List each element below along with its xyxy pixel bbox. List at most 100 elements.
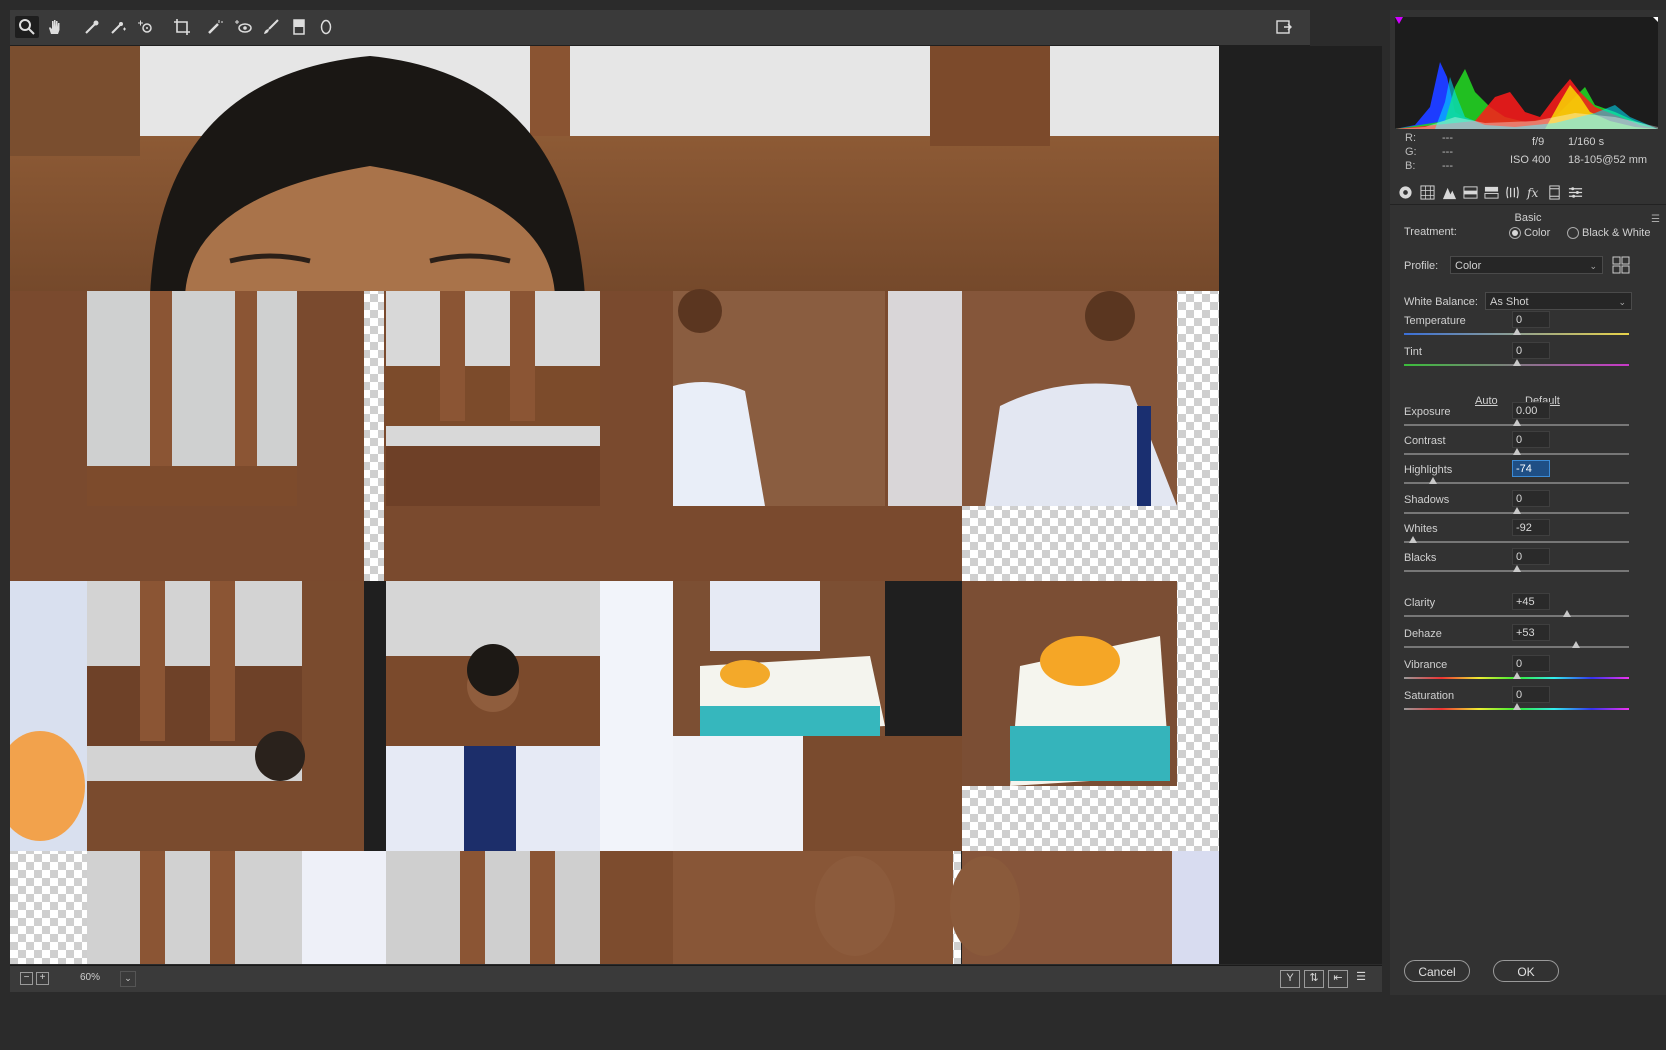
saturation-label: Saturation — [1404, 690, 1455, 702]
tint-slider-thumb[interactable] — [1512, 359, 1521, 366]
white-balance-label: White Balance: — [1404, 296, 1478, 308]
clarity-slider[interactable] — [1404, 615, 1629, 617]
clarity-label: Clarity — [1404, 597, 1436, 609]
cancel-button[interactable]: Cancel — [1404, 960, 1470, 982]
dehaze-value[interactable]: +53 — [1512, 624, 1550, 641]
treatment-color-radio[interactable] — [1509, 227, 1521, 239]
whites-slider-thumb[interactable] — [1409, 536, 1417, 543]
clarity-value[interactable]: +45 — [1512, 593, 1550, 610]
zoom-icon[interactable] — [15, 16, 39, 38]
before-after-y-icon[interactable]: Y — [1280, 970, 1300, 988]
saturation-value[interactable]: 0 — [1512, 686, 1550, 703]
vibrance-slider-thumb[interactable] — [1512, 672, 1521, 679]
tint-value[interactable]: 0 — [1512, 342, 1550, 359]
dehaze-slider-thumb[interactable] — [1572, 641, 1581, 648]
preferences-icon[interactable] — [1272, 16, 1296, 38]
photo-preview — [10, 46, 1219, 964]
image-canvas[interactable] — [10, 46, 1382, 964]
profile-value: Color — [1455, 260, 1482, 272]
profile-label: Profile: — [1404, 260, 1439, 272]
b-value: --- — [1442, 160, 1453, 172]
lens-corrections-tab-icon[interactable] — [1503, 183, 1521, 201]
tint-label: Tint — [1404, 346, 1422, 358]
chevron-down-icon: ⌄ — [1589, 261, 1597, 271]
panel-title: Basic — [1514, 212, 1542, 224]
highlights-slider[interactable] — [1404, 482, 1629, 484]
hand-icon[interactable] — [43, 16, 67, 38]
presets-tab-icon[interactable] — [1566, 183, 1584, 201]
color-sampler-icon[interactable] — [106, 16, 130, 38]
treatment-bw-label: Black & White — [1582, 227, 1651, 239]
g-value: --- — [1442, 146, 1453, 158]
treatment-label: Treatment: — [1404, 226, 1457, 238]
blacks-slider-thumb[interactable] — [1512, 565, 1521, 572]
auto-link[interactable]: Auto — [1475, 395, 1498, 407]
treatment-color-label: Color — [1524, 227, 1551, 239]
dehaze-slider[interactable] — [1404, 646, 1629, 648]
effects-tab-icon[interactable]: fx — [1524, 183, 1542, 201]
highlights-slider-thumb[interactable] — [1429, 477, 1438, 484]
tone-curve-tab-icon[interactable] — [1418, 183, 1436, 201]
profile-select[interactable]: Color ⌄ — [1450, 256, 1603, 274]
white-balance-icon[interactable] — [80, 16, 104, 38]
blacks-value[interactable]: 0 — [1512, 548, 1550, 565]
r-value: --- — [1442, 132, 1453, 144]
white-balance-value: As Shot — [1490, 296, 1529, 308]
contrast-label: Contrast — [1404, 435, 1446, 447]
zoom-dropdown[interactable]: ⌄ — [120, 971, 136, 987]
copy-settings-icon[interactable]: ⇤ — [1328, 970, 1348, 988]
split-toning-tab-icon[interactable] — [1482, 183, 1500, 201]
exposure-label: Exposure — [1404, 406, 1451, 418]
panel-menu-icon[interactable]: ☰ — [1651, 214, 1660, 225]
r-label: R: — [1405, 132, 1416, 144]
exposure-slider-thumb[interactable] — [1512, 419, 1521, 426]
radial-filter-icon[interactable] — [314, 16, 338, 38]
graduated-filter-icon[interactable] — [287, 16, 311, 38]
treatment-bw-radio[interactable] — [1567, 227, 1579, 239]
dehaze-label: Dehaze — [1404, 628, 1442, 640]
vibrance-value[interactable]: 0 — [1512, 655, 1550, 672]
panel-tabs: fx — [1390, 180, 1666, 205]
hsl-tab-icon[interactable] — [1461, 183, 1479, 201]
contrast-slider-thumb[interactable] — [1512, 448, 1521, 455]
blacks-label: Blacks — [1404, 552, 1437, 564]
white-balance-select[interactable]: As Shot ⌄ — [1485, 292, 1632, 310]
crop-icon[interactable] — [170, 16, 194, 38]
histogram — [1395, 17, 1658, 129]
temperature-slider-thumb[interactable] — [1512, 328, 1521, 335]
clarity-slider-thumb[interactable] — [1563, 610, 1572, 617]
chevron-down-icon: ⌄ — [1618, 297, 1626, 307]
detail-tab-icon[interactable] — [1440, 183, 1458, 201]
ok-button[interactable]: OK — [1493, 960, 1559, 982]
adjustments-panel: R: --- G: --- B: --- f/9 1/160 s ISO 400… — [1390, 10, 1666, 995]
adjustment-brush-icon[interactable] — [259, 16, 283, 38]
zoom-level: 60% — [80, 972, 101, 983]
lens-info: 18-105@52 mm — [1568, 154, 1648, 166]
whites-slider[interactable] — [1404, 541, 1629, 543]
calibration-tab-icon[interactable] — [1545, 183, 1563, 201]
exposure-value[interactable]: 0.00 — [1512, 402, 1550, 419]
zoom-out-button[interactable]: − — [20, 972, 33, 985]
whites-label: Whites — [1404, 523, 1438, 535]
highlights-value[interactable]: -74 — [1512, 460, 1550, 477]
whites-value[interactable]: -92 — [1512, 519, 1550, 536]
toggle-settings-icon[interactable]: ☰ — [1352, 970, 1370, 986]
shadows-slider-thumb[interactable] — [1512, 507, 1521, 514]
temperature-value[interactable]: 0 — [1512, 311, 1550, 328]
contrast-value[interactable]: 0 — [1512, 431, 1550, 448]
highlights-label: Highlights — [1404, 464, 1453, 476]
b-label: B: — [1405, 160, 1416, 172]
red-eye-icon[interactable] — [231, 16, 255, 38]
spot-removal-icon[interactable] — [203, 16, 227, 38]
aperture: f/9 — [1532, 136, 1545, 148]
profile-browser-icon[interactable] — [1612, 256, 1630, 274]
shadows-label: Shadows — [1404, 494, 1450, 506]
saturation-slider-thumb[interactable] — [1512, 703, 1521, 710]
targeted-adjustment-icon[interactable] — [134, 16, 158, 38]
bottom-bar: − + 60% ⌄ Y ⇅ ⇤ ☰ — [10, 965, 1382, 992]
zoom-in-button[interactable]: + — [36, 972, 49, 985]
svg-text:fx: fx — [1526, 186, 1538, 200]
basic-tab-icon[interactable] — [1396, 183, 1414, 201]
shadows-value[interactable]: 0 — [1512, 490, 1550, 507]
swap-settings-icon[interactable]: ⇅ — [1304, 970, 1324, 988]
